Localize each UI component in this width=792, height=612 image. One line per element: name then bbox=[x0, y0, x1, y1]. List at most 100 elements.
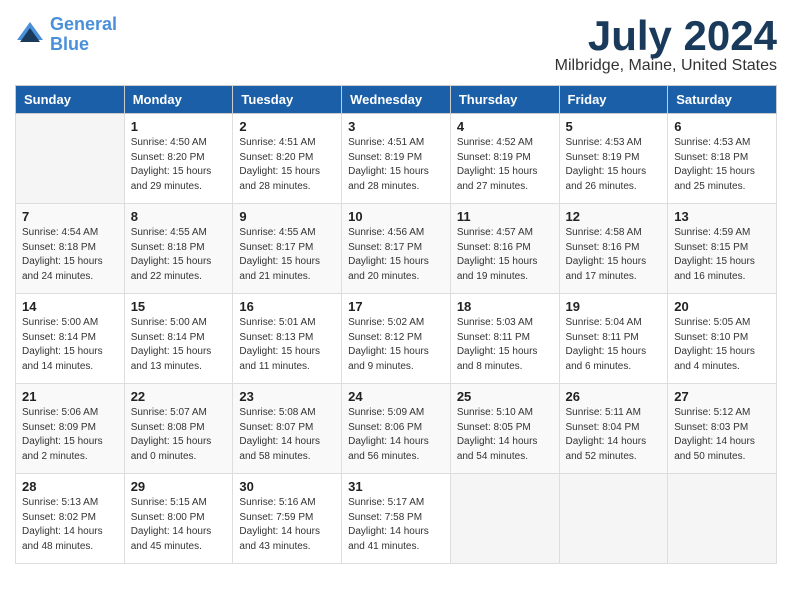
day-number: 25 bbox=[457, 389, 553, 404]
day-number: 10 bbox=[348, 209, 444, 224]
day-number: 11 bbox=[457, 209, 553, 224]
day-number: 9 bbox=[239, 209, 335, 224]
day-number: 4 bbox=[457, 119, 553, 134]
calendar-cell: 18 Sunrise: 5:03 AM Sunset: 8:11 PM Dayli… bbox=[450, 294, 559, 384]
weekday-header: Sunday bbox=[16, 86, 125, 114]
calendar-cell: 23Sunrise: 5:08 AM Sunset: 8:07 PM Dayli… bbox=[233, 384, 342, 474]
day-info: Sunrise: 4:51 AM Sunset: 8:20 PM Dayligh… bbox=[239, 136, 335, 194]
day-info: Sunrise: 5:09 AM Sunset: 8:06 PM Dayligh… bbox=[348, 406, 444, 464]
calendar-cell: 2 Sunrise: 4:51 AM Sunset: 8:20 PM Daylig… bbox=[233, 114, 342, 204]
calendar-cell: 26 Sunrise: 5:11 AM Sunset: 8:04 PM Dayli… bbox=[559, 384, 668, 474]
day-info: Sunrise: 4:54 AM Sunset: 8:18 PM Dayligh… bbox=[22, 226, 118, 284]
day-info: Sunrise: 4:56 AM Sunset: 8:17 PM Dayligh… bbox=[348, 226, 444, 284]
day-number: 16 bbox=[239, 299, 335, 314]
calendar-cell: 14Sunrise: 5:00 AM Sunset: 8:14 PM Dayli… bbox=[16, 294, 125, 384]
calendar-cell: 13 Sunrise: 4:59 AM Sunset: 8:15 PM Dayli… bbox=[668, 204, 777, 294]
day-number: 26 bbox=[566, 389, 662, 404]
day-number: 31 bbox=[348, 479, 444, 494]
day-info: Sunrise: 4:53 AM Sunset: 8:19 PM Dayligh… bbox=[566, 136, 662, 194]
day-info: Sunrise: 5:00 AM Sunset: 8:14 PM Dayligh… bbox=[131, 316, 227, 374]
day-number: 12 bbox=[566, 209, 662, 224]
day-number: 18 bbox=[457, 299, 553, 314]
calendar-cell: 1 Sunrise: 4:50 AM Sunset: 8:20 PM Daylig… bbox=[124, 114, 233, 204]
weekday-header: Thursday bbox=[450, 86, 559, 114]
calendar-week-row: 14Sunrise: 5:00 AM Sunset: 8:14 PM Dayli… bbox=[16, 294, 777, 384]
calendar-cell: 27 Sunrise: 5:12 AM Sunset: 8:03 PM Dayli… bbox=[668, 384, 777, 474]
calendar-cell: 7 Sunrise: 4:54 AM Sunset: 8:18 PM Daylig… bbox=[16, 204, 125, 294]
day-info: Sunrise: 5:15 AM Sunset: 8:00 PM Dayligh… bbox=[131, 496, 227, 554]
day-info: Sunrise: 5:10 AM Sunset: 8:05 PM Dayligh… bbox=[457, 406, 553, 464]
calendar-week-row: 28Sunrise: 5:13 AM Sunset: 8:02 PM Dayli… bbox=[16, 474, 777, 564]
day-info: Sunrise: 5:12 AM Sunset: 8:03 PM Dayligh… bbox=[674, 406, 770, 464]
calendar-cell: 16 Sunrise: 5:01 AM Sunset: 8:13 PM Dayli… bbox=[233, 294, 342, 384]
calendar-cell: 29 Sunrise: 5:15 AM Sunset: 8:00 PM Dayli… bbox=[124, 474, 233, 564]
calendar-cell bbox=[668, 474, 777, 564]
calendar-table: SundayMondayTuesdayWednesdayThursdayFrid… bbox=[15, 85, 777, 564]
calendar-week-row: 1 Sunrise: 4:50 AM Sunset: 8:20 PM Daylig… bbox=[16, 114, 777, 204]
day-info: Sunrise: 4:58 AM Sunset: 8:16 PM Dayligh… bbox=[566, 226, 662, 284]
day-info: Sunrise: 5:17 AM Sunset: 7:58 PM Dayligh… bbox=[348, 496, 444, 554]
day-info: Sunrise: 5:03 AM Sunset: 8:11 PM Dayligh… bbox=[457, 316, 553, 374]
day-info: Sunrise: 4:55 AM Sunset: 8:17 PM Dayligh… bbox=[239, 226, 335, 284]
day-info: Sunrise: 4:52 AM Sunset: 8:19 PM Dayligh… bbox=[457, 136, 553, 194]
weekday-header: Tuesday bbox=[233, 86, 342, 114]
calendar-cell bbox=[559, 474, 668, 564]
calendar-cell: 3 Sunrise: 4:51 AM Sunset: 8:19 PM Daylig… bbox=[342, 114, 451, 204]
calendar-cell: 4 Sunrise: 4:52 AM Sunset: 8:19 PM Daylig… bbox=[450, 114, 559, 204]
weekday-header-row: SundayMondayTuesdayWednesdayThursdayFrid… bbox=[16, 86, 777, 114]
weekday-header: Monday bbox=[124, 86, 233, 114]
calendar-cell: 28Sunrise: 5:13 AM Sunset: 8:02 PM Dayli… bbox=[16, 474, 125, 564]
day-number: 30 bbox=[239, 479, 335, 494]
day-info: Sunrise: 5:04 AM Sunset: 8:11 PM Dayligh… bbox=[566, 316, 662, 374]
day-number: 13 bbox=[674, 209, 770, 224]
day-number: 22 bbox=[131, 389, 227, 404]
calendar-week-row: 21Sunrise: 5:06 AM Sunset: 8:09 PM Dayli… bbox=[16, 384, 777, 474]
day-info: Sunrise: 5:05 AM Sunset: 8:10 PM Dayligh… bbox=[674, 316, 770, 374]
day-number: 3 bbox=[348, 119, 444, 134]
calendar-cell: 31 Sunrise: 5:17 AM Sunset: 7:58 PM Dayli… bbox=[342, 474, 451, 564]
day-info: Sunrise: 4:53 AM Sunset: 8:18 PM Dayligh… bbox=[674, 136, 770, 194]
day-info: Sunrise: 4:50 AM Sunset: 8:20 PM Dayligh… bbox=[131, 136, 227, 194]
day-info: Sunrise: 5:02 AM Sunset: 8:12 PM Dayligh… bbox=[348, 316, 444, 374]
calendar-cell: 15Sunrise: 5:00 AM Sunset: 8:14 PM Dayli… bbox=[124, 294, 233, 384]
day-number: 5 bbox=[566, 119, 662, 134]
day-number: 27 bbox=[674, 389, 770, 404]
weekday-header: Saturday bbox=[668, 86, 777, 114]
calendar-cell: 22 Sunrise: 5:07 AM Sunset: 8:08 PM Dayli… bbox=[124, 384, 233, 474]
calendar-cell: 12 Sunrise: 4:58 AM Sunset: 8:16 PM Dayli… bbox=[559, 204, 668, 294]
weekday-header: Wednesday bbox=[342, 86, 451, 114]
day-number: 29 bbox=[131, 479, 227, 494]
weekday-header: Friday bbox=[559, 86, 668, 114]
day-number: 2 bbox=[239, 119, 335, 134]
day-info: Sunrise: 5:11 AM Sunset: 8:04 PM Dayligh… bbox=[566, 406, 662, 464]
day-number: 6 bbox=[674, 119, 770, 134]
calendar-cell: 30Sunrise: 5:16 AM Sunset: 7:59 PM Dayli… bbox=[233, 474, 342, 564]
day-info: Sunrise: 5:08 AM Sunset: 8:07 PM Dayligh… bbox=[239, 406, 335, 464]
calendar-cell: 20 Sunrise: 5:05 AM Sunset: 8:10 PM Dayli… bbox=[668, 294, 777, 384]
day-info: Sunrise: 4:59 AM Sunset: 8:15 PM Dayligh… bbox=[674, 226, 770, 284]
day-info: Sunrise: 5:00 AM Sunset: 8:14 PM Dayligh… bbox=[22, 316, 118, 374]
day-info: Sunrise: 5:07 AM Sunset: 8:08 PM Dayligh… bbox=[131, 406, 227, 464]
day-number: 1 bbox=[131, 119, 227, 134]
day-number: 24 bbox=[348, 389, 444, 404]
day-info: Sunrise: 4:55 AM Sunset: 8:18 PM Dayligh… bbox=[131, 226, 227, 284]
calendar-cell: 25 Sunrise: 5:10 AM Sunset: 8:05 PM Dayli… bbox=[450, 384, 559, 474]
day-number: 28 bbox=[22, 479, 118, 494]
day-info: Sunrise: 4:51 AM Sunset: 8:19 PM Dayligh… bbox=[348, 136, 444, 194]
calendar-cell bbox=[450, 474, 559, 564]
title-block: July 2024 Milbridge, Maine, United State… bbox=[555, 15, 777, 75]
day-info: Sunrise: 5:01 AM Sunset: 8:13 PM Dayligh… bbox=[239, 316, 335, 374]
day-number: 20 bbox=[674, 299, 770, 314]
day-number: 7 bbox=[22, 209, 118, 224]
day-number: 17 bbox=[348, 299, 444, 314]
logo-text: General Blue bbox=[50, 15, 117, 55]
calendar-cell: 6 Sunrise: 4:53 AM Sunset: 8:18 PM Daylig… bbox=[668, 114, 777, 204]
calendar-cell: 10 Sunrise: 4:56 AM Sunset: 8:17 PM Dayli… bbox=[342, 204, 451, 294]
day-number: 8 bbox=[131, 209, 227, 224]
calendar-cell: 5 Sunrise: 4:53 AM Sunset: 8:19 PM Daylig… bbox=[559, 114, 668, 204]
calendar-cell: 24 Sunrise: 5:09 AM Sunset: 8:06 PM Dayli… bbox=[342, 384, 451, 474]
day-info: Sunrise: 5:06 AM Sunset: 8:09 PM Dayligh… bbox=[22, 406, 118, 464]
logo: General Blue bbox=[15, 15, 117, 55]
calendar-cell: 11Sunrise: 4:57 AM Sunset: 8:16 PM Dayli… bbox=[450, 204, 559, 294]
calendar-cell: 21Sunrise: 5:06 AM Sunset: 8:09 PM Dayli… bbox=[16, 384, 125, 474]
